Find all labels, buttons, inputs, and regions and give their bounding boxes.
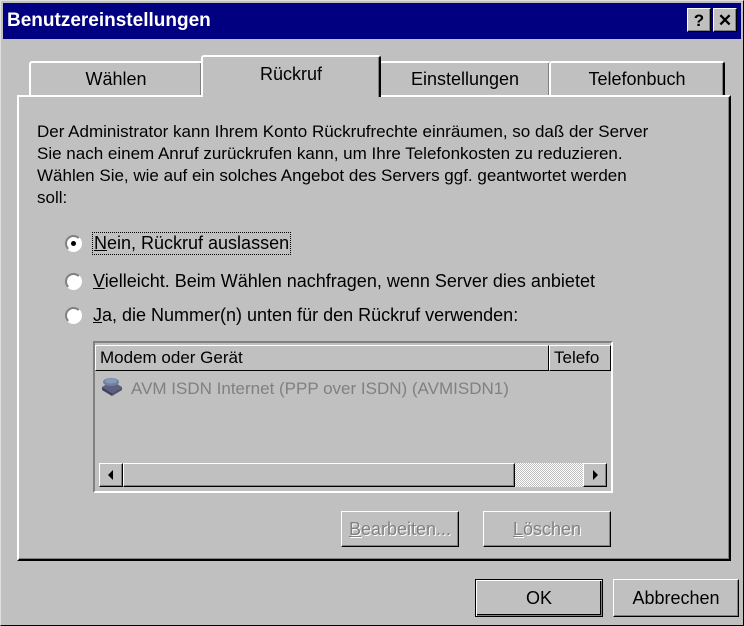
edit-button[interactable]: Bearbeiten...	[341, 511, 459, 547]
tab-telefonbuch[interactable]: Telefonbuch	[549, 61, 725, 97]
cancel-button[interactable]: Abbrechen	[613, 579, 739, 617]
title-bar[interactable]: Benutzereinstellungen ? ✕	[3, 3, 741, 39]
callback-list[interactable]: Modem oder Gerät Telefo AVM ISDN Interne…	[93, 341, 613, 493]
radio-maybe[interactable]: Vielleicht. Beim Wählen nachfragen, wenn…	[65, 271, 595, 292]
radio-label: Vielleicht. Beim Wählen nachfragen, wenn…	[93, 271, 595, 291]
tab-rueckruf[interactable]: Rückruf	[201, 55, 381, 97]
scroll-track[interactable]	[515, 463, 583, 487]
radio-yes[interactable]: Ja, die Nummer(n) unten für den Rückruf …	[65, 305, 518, 326]
modem-icon	[99, 375, 125, 402]
horizontal-scrollbar[interactable]	[99, 463, 607, 487]
column-header-phone[interactable]: Telefo	[549, 345, 611, 371]
tab-waehlen[interactable]: Wählen	[29, 61, 203, 97]
dialog-window: Benutzereinstellungen ? ✕ Wählen Rückruf…	[0, 0, 744, 626]
scroll-left-button[interactable]	[99, 463, 123, 487]
radio-selected-dot	[71, 241, 76, 246]
description-text: Der Administrator kann Ihrem Konto Rückr…	[37, 122, 649, 207]
tab-einstellungen[interactable]: Einstellungen	[379, 61, 551, 97]
window-title: Benutzereinstellungen	[7, 10, 211, 31]
close-button[interactable]: ✕	[713, 8, 737, 32]
list-item[interactable]: AVM ISDN Internet (PPP over ISDN) (AVMIS…	[99, 375, 509, 402]
column-header-device[interactable]: Modem oder Gerät	[95, 345, 549, 371]
help-button[interactable]: ?	[687, 8, 711, 32]
radio-circle	[65, 273, 82, 290]
radio-label: Nein, Rückruf auslassen	[91, 232, 292, 255]
scroll-thumb[interactable]	[123, 463, 515, 487]
radio-circle	[65, 235, 82, 252]
radio-label: Ja, die Nummer(n) unten für den Rückruf …	[93, 305, 519, 325]
ok-button[interactable]: OK	[475, 579, 603, 617]
radio-no-callback[interactable]: Nein, Rückruf auslassen	[65, 232, 292, 255]
radio-circle	[65, 307, 82, 324]
scroll-right-button[interactable]	[583, 463, 607, 487]
delete-button[interactable]: Löschen	[483, 511, 611, 547]
device-name: AVM ISDN Internet (PPP over ISDN) (AVMIS…	[131, 378, 509, 398]
